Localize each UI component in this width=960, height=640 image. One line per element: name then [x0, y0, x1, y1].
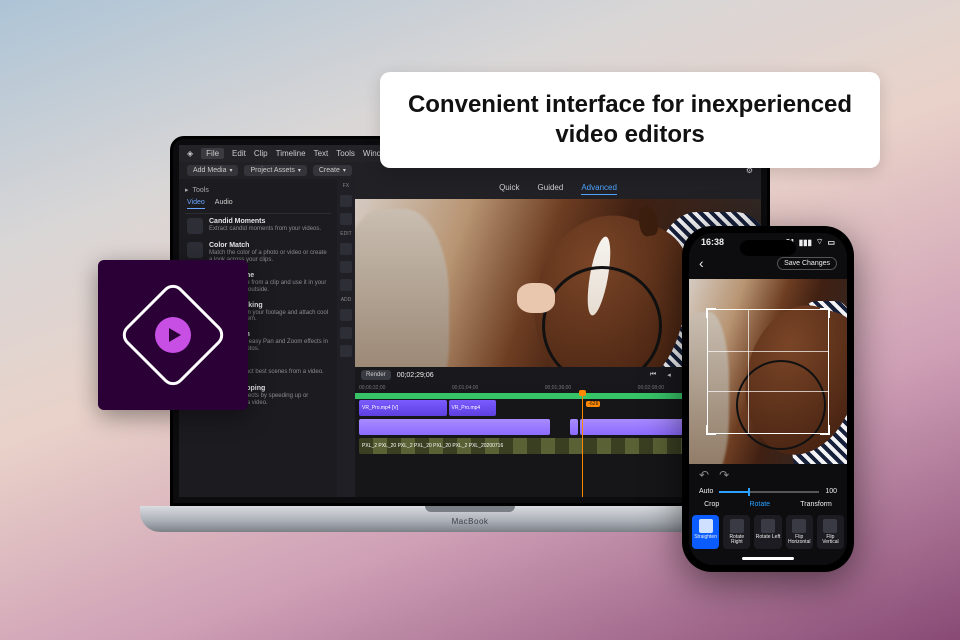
- mode-quick[interactable]: Quick: [499, 183, 519, 195]
- rotate-left-icon: [761, 519, 775, 533]
- fx-tool-1-icon[interactable]: [340, 195, 352, 207]
- tool-flip-horizontal[interactable]: Flip Horizontal: [786, 515, 813, 549]
- straighten-slider-row: Auto 100: [689, 486, 847, 499]
- add-tool-3-icon[interactable]: [340, 345, 352, 357]
- crop-frame[interactable]: [707, 309, 829, 434]
- flip-horizontal-icon: [792, 519, 806, 533]
- fx-tool-2-icon[interactable]: [340, 213, 352, 225]
- home-indicator[interactable]: [742, 557, 794, 560]
- ruler-mark: 00;01;36;00: [545, 385, 571, 391]
- add-tool-2-icon[interactable]: [340, 327, 352, 339]
- edit-mode-tabs: Crop Rotate Transform: [689, 499, 847, 513]
- mode-advanced[interactable]: Advanced: [581, 183, 617, 195]
- video-editor-app: ◈ File Edit Clip Timeline Text Tools Win…: [179, 145, 761, 497]
- add-media-button[interactable]: Add Media: [187, 165, 238, 176]
- preview-hand: [517, 283, 555, 313]
- goto-start-icon[interactable]: ⏮: [647, 370, 659, 380]
- tab-transform[interactable]: Transform: [800, 501, 832, 508]
- slider-max-label: 100: [825, 488, 837, 495]
- workspace: ▸ Tools Video Audio Candid MomentsExtrac…: [179, 179, 761, 497]
- tool-rotate-right[interactable]: Rotate Right: [723, 515, 750, 549]
- mode-guided[interactable]: Guided: [538, 183, 564, 195]
- project-assets-button[interactable]: Project Assets: [244, 165, 306, 176]
- headline-callout: Convenient interface for inexperienced v…: [380, 72, 880, 168]
- tool-straighten[interactable]: Straighten: [692, 515, 719, 549]
- playhead-offset-label: -626: [586, 401, 600, 407]
- crop-handle-bl[interactable]: [706, 425, 716, 435]
- dynamic-island: [740, 240, 796, 256]
- mode-tabs: Quick Guided Advanced: [355, 179, 761, 199]
- playhead[interactable]: [582, 393, 583, 497]
- create-button[interactable]: Create: [313, 165, 352, 176]
- side-tab-audio[interactable]: Audio: [215, 199, 233, 209]
- straighten-icon: [699, 519, 713, 533]
- play-icon: [155, 317, 191, 353]
- rotate-right-icon: [730, 519, 744, 533]
- tab-rotate[interactable]: Rotate: [749, 501, 770, 508]
- tools-row[interactable]: ▸ Tools: [185, 183, 331, 197]
- clip[interactable]: [570, 419, 578, 435]
- logo-diamond-icon: [118, 280, 228, 390]
- status-time: 16:38: [701, 237, 724, 247]
- menu-clip[interactable]: Clip: [254, 149, 268, 158]
- photo-canvas[interactable]: [689, 279, 847, 464]
- undo-button[interactable]: ↶: [699, 468, 709, 482]
- render-button[interactable]: Render: [361, 370, 391, 380]
- premiere-elements-logo: [98, 260, 248, 410]
- add-tool-1-icon[interactable]: [340, 309, 352, 321]
- edit-tool-1-icon[interactable]: [340, 243, 352, 255]
- feature-candid-moments[interactable]: Candid MomentsExtract candid moments fro…: [185, 214, 331, 238]
- edit-tool-2-icon[interactable]: [340, 261, 352, 273]
- signal-icon: ▮▮▮: [799, 238, 812, 247]
- tool-rotate-left[interactable]: Rotate Left: [754, 515, 781, 549]
- ruler-mark: 00;02;08;00: [638, 385, 664, 391]
- edit-tool-3-icon[interactable]: [340, 279, 352, 291]
- rotate-tools: Straighten Rotate Right Rotate Left Flip…: [689, 513, 847, 553]
- save-changes-button[interactable]: Save Changes: [777, 257, 837, 270]
- menu-timeline[interactable]: Timeline: [276, 149, 306, 158]
- battery-icon: ▭: [827, 238, 835, 247]
- color-match-icon: [187, 242, 203, 258]
- menu-file[interactable]: File: [201, 148, 224, 159]
- history-controls: ↶ ↷: [689, 464, 847, 486]
- vertical-tool-rail: FX EDIT ADD: [337, 179, 355, 497]
- menu-edit[interactable]: Edit: [232, 149, 246, 158]
- side-tab-video[interactable]: Video: [187, 199, 205, 209]
- timecode-display: 00;02;29;06: [397, 372, 434, 379]
- back-button[interactable]: ‹: [699, 255, 704, 271]
- app-brand-icon: ◈: [187, 149, 193, 158]
- ruler-mark: 00;00;32;00: [359, 385, 385, 391]
- laptop-screen: ◈ File Edit Clip Timeline Text Tools Win…: [170, 136, 770, 506]
- menu-tools[interactable]: Tools: [336, 149, 355, 158]
- laptop-brand-label: MacBook: [452, 517, 489, 526]
- headline-text: Convenient interface for inexperienced v…: [408, 91, 852, 148]
- phone-screen: 16:38 81 ▮▮▮ ⌔ ▭ ‹ Save Changes: [689, 233, 847, 565]
- ruler-mark: 00;01;04;00: [452, 385, 478, 391]
- flip-vertical-icon: [823, 519, 837, 533]
- straighten-slider[interactable]: [719, 489, 819, 495]
- macbook-frame: ◈ File Edit Clip Timeline Text Tools Win…: [170, 136, 770, 536]
- rail-label-add: ADD: [341, 297, 352, 303]
- clip[interactable]: VR_Pro.mp4 [V]: [359, 400, 447, 416]
- tool-flip-vertical[interactable]: Flip Vertical: [817, 515, 844, 549]
- wifi-icon: ⌔: [816, 237, 824, 247]
- slider-auto-label[interactable]: Auto: [699, 488, 713, 495]
- crop-handle-tl[interactable]: [706, 308, 716, 318]
- tab-crop[interactable]: Crop: [704, 501, 719, 508]
- menu-text[interactable]: Text: [314, 149, 329, 158]
- redo-button[interactable]: ↷: [719, 468, 729, 482]
- clip[interactable]: [359, 419, 550, 435]
- crop-handle-tr[interactable]: [820, 308, 830, 318]
- clip[interactable]: VR_Pro.mp4: [449, 400, 497, 416]
- crop-handle-br[interactable]: [820, 425, 830, 435]
- preview-subject-left: [355, 209, 449, 367]
- rail-label-edit: EDIT: [340, 231, 351, 237]
- candid-moments-icon: [187, 218, 203, 234]
- step-back-icon[interactable]: ◂: [663, 370, 675, 380]
- iphone-frame: 16:38 81 ▮▮▮ ⌔ ▭ ‹ Save Changes: [682, 226, 854, 572]
- rail-label-fx: FX: [343, 183, 349, 189]
- side-tabs: Video Audio: [185, 197, 331, 214]
